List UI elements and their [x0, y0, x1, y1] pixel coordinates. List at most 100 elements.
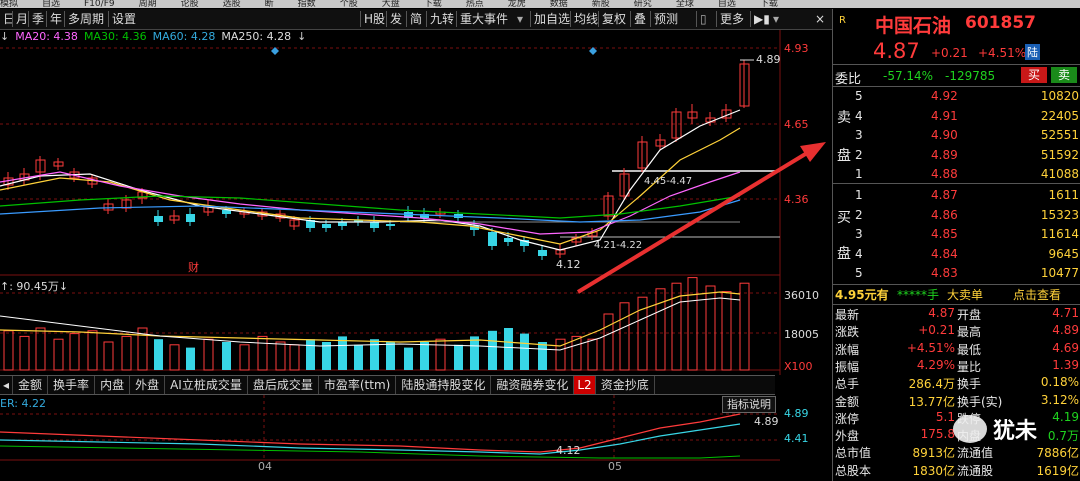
quote-key: 最高 — [957, 325, 982, 340]
volume-bar — [488, 330, 497, 370]
tab-amount[interactable]: 金额 — [13, 376, 49, 394]
tab-inner[interactable]: 内盘 — [95, 376, 131, 394]
er-high-label: 4.89 — [754, 415, 779, 428]
quote-key: 涨幅 — [835, 342, 860, 357]
quote-key: 总手 — [835, 377, 860, 392]
bids-row[interactable]: 4 4.84 9645 — [833, 246, 1080, 264]
big-order-type: 大卖单 — [947, 288, 984, 302]
tab-after-hours-volume[interactable]: 盘后成交量 — [248, 376, 319, 394]
volume-bar — [370, 339, 379, 370]
quote-value: +4.51% — [906, 340, 955, 355]
volume-bar — [203, 338, 214, 371]
volume-bar — [222, 342, 231, 370]
volume-bar — [470, 336, 479, 370]
change-pct: +4.51% — [978, 46, 1027, 60]
level-number: 3 — [855, 227, 863, 241]
price-axis-label: 4.65 — [784, 118, 809, 131]
volume-bar — [257, 335, 268, 371]
wechat-icon — [953, 415, 987, 443]
level-volume: 9645 — [1048, 246, 1079, 261]
candle-body — [154, 216, 163, 222]
level-number: 4 — [855, 108, 863, 123]
tab-northbound[interactable]: 陆股通持股变化 — [396, 376, 492, 394]
quote-value: 4.89 — [1052, 323, 1079, 338]
quote-key: 流通值 — [957, 446, 994, 461]
big-order-price: 4.95元有 — [835, 288, 889, 302]
vol-axis-unit: X100 — [784, 360, 813, 373]
quote-value: 0.18% — [1040, 375, 1079, 390]
indicator-help-button[interactable]: 指标说明 — [722, 396, 776, 413]
volume-bar — [687, 277, 698, 371]
quote-value: 1619亿 — [1036, 463, 1079, 478]
bids-row[interactable]: 1 4.87 1611 — [833, 187, 1080, 205]
level-price: 4.86 — [931, 207, 958, 222]
bids-row[interactable]: 2 4.86 15323 — [833, 207, 1080, 225]
level-price: 4.83 — [931, 266, 958, 280]
r-badge: R — [839, 15, 846, 26]
volume-bar — [53, 338, 64, 371]
quote-row: 总股本 1830亿 流通股 1619亿 — [833, 462, 1080, 479]
volume-legend-prefix: ↑: — [0, 280, 17, 293]
kline-chart[interactable]: 4.89 4.45-4.47 4.21-4.22 4.12 财 4.93 4.6… — [0, 0, 832, 481]
volume-bar — [603, 313, 614, 371]
tab-outer[interactable]: 外盘 — [130, 376, 166, 394]
sell-side-label: 盘 — [837, 148, 851, 164]
asks-row[interactable]: 4 4.91 22405 — [833, 108, 1080, 126]
bids-row[interactable]: 3 4.85 11614 — [833, 226, 1080, 244]
range1-label: 4.45-4.47 — [644, 176, 692, 187]
l2-badge[interactable]: L2 — [574, 376, 596, 394]
tab-turnover[interactable]: 换手率 — [48, 376, 96, 394]
view-details-link[interactable]: 点击查看 — [1013, 286, 1061, 303]
er-legend: ER: 4.22 — [0, 397, 46, 410]
tab-bottom-fishing[interactable]: 资金抄底 — [596, 376, 655, 394]
quote-value: 4.29% — [916, 357, 955, 372]
price-axis-label: 4.93 — [784, 42, 809, 55]
quote-key: 振幅 — [835, 359, 860, 374]
level-price: 4.90 — [931, 128, 958, 142]
volume-bar — [520, 333, 529, 370]
level-price: 4.91 — [931, 108, 958, 123]
quote-value: +0.21 — [918, 323, 955, 338]
volume-bar — [154, 339, 163, 370]
tab-pe-ttm[interactable]: 市盈率(ttm) — [319, 376, 397, 394]
quote-value: 1.39 — [1052, 357, 1079, 372]
volume-bar — [555, 338, 566, 371]
high-label: 4.89 — [756, 53, 781, 66]
level-volume: 52551 — [1040, 128, 1079, 142]
volume-bar — [186, 347, 195, 370]
quote-value: 4.71 — [1052, 306, 1079, 320]
er-line — [0, 413, 741, 453]
asks-row[interactable]: 2 4.89 51592 — [833, 147, 1080, 165]
volume-bar — [619, 302, 630, 371]
quote-row: 总手 286.4万 换手 0.18% — [833, 375, 1080, 392]
bids-row[interactable]: 5 4.83 10477 — [833, 265, 1080, 283]
finance-marker[interactable]: 财 — [188, 260, 199, 274]
volume-bar — [69, 333, 80, 371]
volume-bar — [121, 335, 132, 371]
level-volume: 22405 — [1040, 108, 1079, 123]
tab-ai-volume[interactable]: AI立桩成交量 — [165, 376, 248, 394]
quote-key: 换手(实) — [957, 394, 1003, 409]
date-label: 05 — [608, 460, 622, 473]
asks-row[interactable]: 3 4.90 52551 — [833, 127, 1080, 145]
tab-margin[interactable]: 融资融券变化 — [491, 376, 575, 394]
quote-value: 3.12% — [1040, 392, 1079, 407]
quote-row: 涨跌 +0.21 最高 4.89 — [833, 323, 1080, 340]
quote-key: 金额 — [835, 394, 860, 409]
volume-bar — [404, 347, 413, 370]
volume-bar — [169, 344, 180, 371]
asks-row[interactable]: 1 4.88 41088 — [833, 166, 1080, 184]
volume-legend: ↑: 90.45万↓ — [0, 278, 68, 294]
volume-bar — [3, 330, 14, 371]
buy-button[interactable]: 买 — [1021, 67, 1047, 83]
er-line — [0, 445, 741, 459]
volume-legend-value: 90.45万 — [16, 280, 59, 293]
quote-key: 最新 — [835, 308, 860, 322]
volume-bar — [275, 341, 286, 371]
sell-button[interactable]: 卖 — [1051, 67, 1077, 83]
tab-scroll-left[interactable]: ◂ — [0, 376, 14, 394]
level-volume: 15323 — [1040, 207, 1079, 222]
level-price: 4.88 — [931, 167, 958, 181]
asks-row[interactable]: 5 4.92 10820 — [833, 88, 1080, 106]
quote-key: 量比 — [957, 359, 982, 374]
